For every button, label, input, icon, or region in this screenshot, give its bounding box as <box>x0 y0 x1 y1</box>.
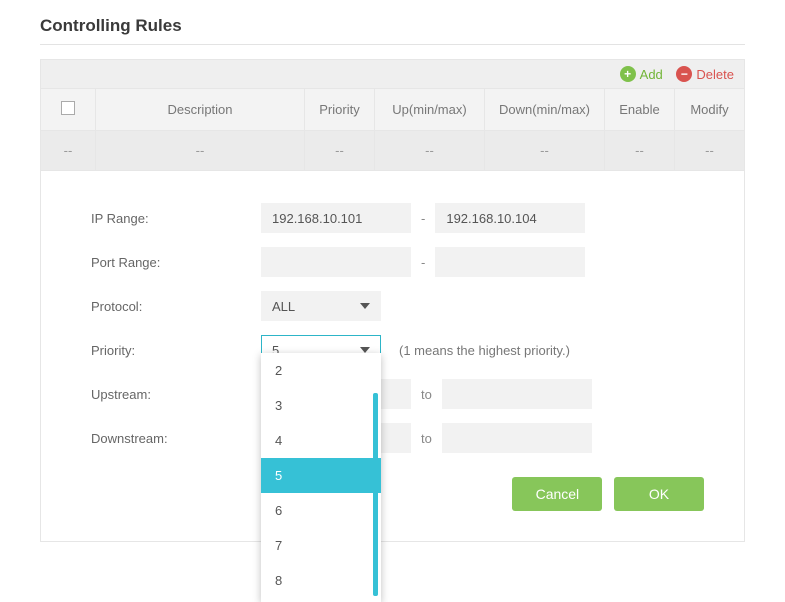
protocol-select[interactable]: ALL <box>261 291 381 321</box>
dash-icon: - <box>421 255 425 270</box>
plus-icon: + <box>620 66 636 82</box>
port-start-input[interactable] <box>261 247 411 277</box>
ok-button[interactable]: OK <box>614 477 704 511</box>
protocol-value: ALL <box>272 299 295 314</box>
cell: -- <box>41 131 96 171</box>
priority-option[interactable]: 5 <box>261 458 381 493</box>
delete-button[interactable]: − Delete <box>676 66 734 82</box>
downstream-max-input[interactable] <box>442 423 592 453</box>
add-label: Add <box>640 67 663 82</box>
cell: -- <box>96 131 305 171</box>
chevron-down-icon <box>360 303 370 309</box>
cancel-button[interactable]: Cancel <box>512 477 602 511</box>
priority-option[interactable]: 6 <box>261 493 381 528</box>
to-label: to <box>421 431 432 446</box>
priority-dropdown[interactable]: 2345678 <box>261 353 381 602</box>
downstream-row: Downstream: to <box>91 423 714 453</box>
col-up: Up(min/max) <box>375 89 485 131</box>
upstream-row: Upstream: to <box>91 379 714 409</box>
port-range-row: Port Range: - <box>91 247 714 277</box>
col-modify: Modify <box>675 89 745 131</box>
checkbox-icon[interactable] <box>61 101 75 115</box>
table-header-row: Description Priority Up(min/max) Down(mi… <box>41 89 745 131</box>
toolbar: + Add − Delete <box>40 59 745 88</box>
protocol-row: Protocol: ALL <box>91 291 714 321</box>
priority-option[interactable]: 8 <box>261 563 381 598</box>
priority-label: Priority: <box>91 343 261 358</box>
minus-icon: − <box>676 66 692 82</box>
rules-table: Description Priority Up(min/max) Down(mi… <box>40 88 745 171</box>
col-down: Down(min/max) <box>485 89 605 131</box>
cell: -- <box>605 131 675 171</box>
protocol-label: Protocol: <box>91 299 261 314</box>
ip-range-row: IP Range: - <box>91 203 714 233</box>
form-buttons: Cancel OK <box>91 477 714 511</box>
cell: -- <box>305 131 375 171</box>
priority-hint: (1 means the highest priority.) <box>399 343 570 358</box>
dash-icon: - <box>421 211 425 226</box>
table-row: -- -- -- -- -- -- -- <box>41 131 745 171</box>
ip-end-input[interactable] <box>435 203 585 233</box>
rule-form: IP Range: - Port Range: - Protocol: ALL … <box>40 171 745 542</box>
cell: -- <box>485 131 605 171</box>
select-all-header[interactable] <box>41 89 96 131</box>
col-description: Description <box>96 89 305 131</box>
priority-row: Priority: 5 (1 means the highest priorit… <box>91 335 714 365</box>
delete-label: Delete <box>696 67 734 82</box>
priority-option[interactable]: 7 <box>261 528 381 563</box>
priority-option[interactable]: 3 <box>261 388 381 423</box>
add-button[interactable]: + Add <box>620 66 663 82</box>
col-priority: Priority <box>305 89 375 131</box>
to-label: to <box>421 387 432 402</box>
cell: -- <box>675 131 745 171</box>
upstream-max-input[interactable] <box>442 379 592 409</box>
downstream-label: Downstream: <box>91 431 261 446</box>
port-range-label: Port Range: <box>91 255 261 270</box>
cell: -- <box>375 131 485 171</box>
port-end-input[interactable] <box>435 247 585 277</box>
page-title: Controlling Rules <box>40 16 745 36</box>
priority-option[interactable]: 4 <box>261 423 381 458</box>
col-enable: Enable <box>605 89 675 131</box>
upstream-label: Upstream: <box>91 387 261 402</box>
priority-option[interactable]: 2 <box>261 353 381 388</box>
ip-range-label: IP Range: <box>91 211 261 226</box>
ip-start-input[interactable] <box>261 203 411 233</box>
divider <box>40 44 745 45</box>
